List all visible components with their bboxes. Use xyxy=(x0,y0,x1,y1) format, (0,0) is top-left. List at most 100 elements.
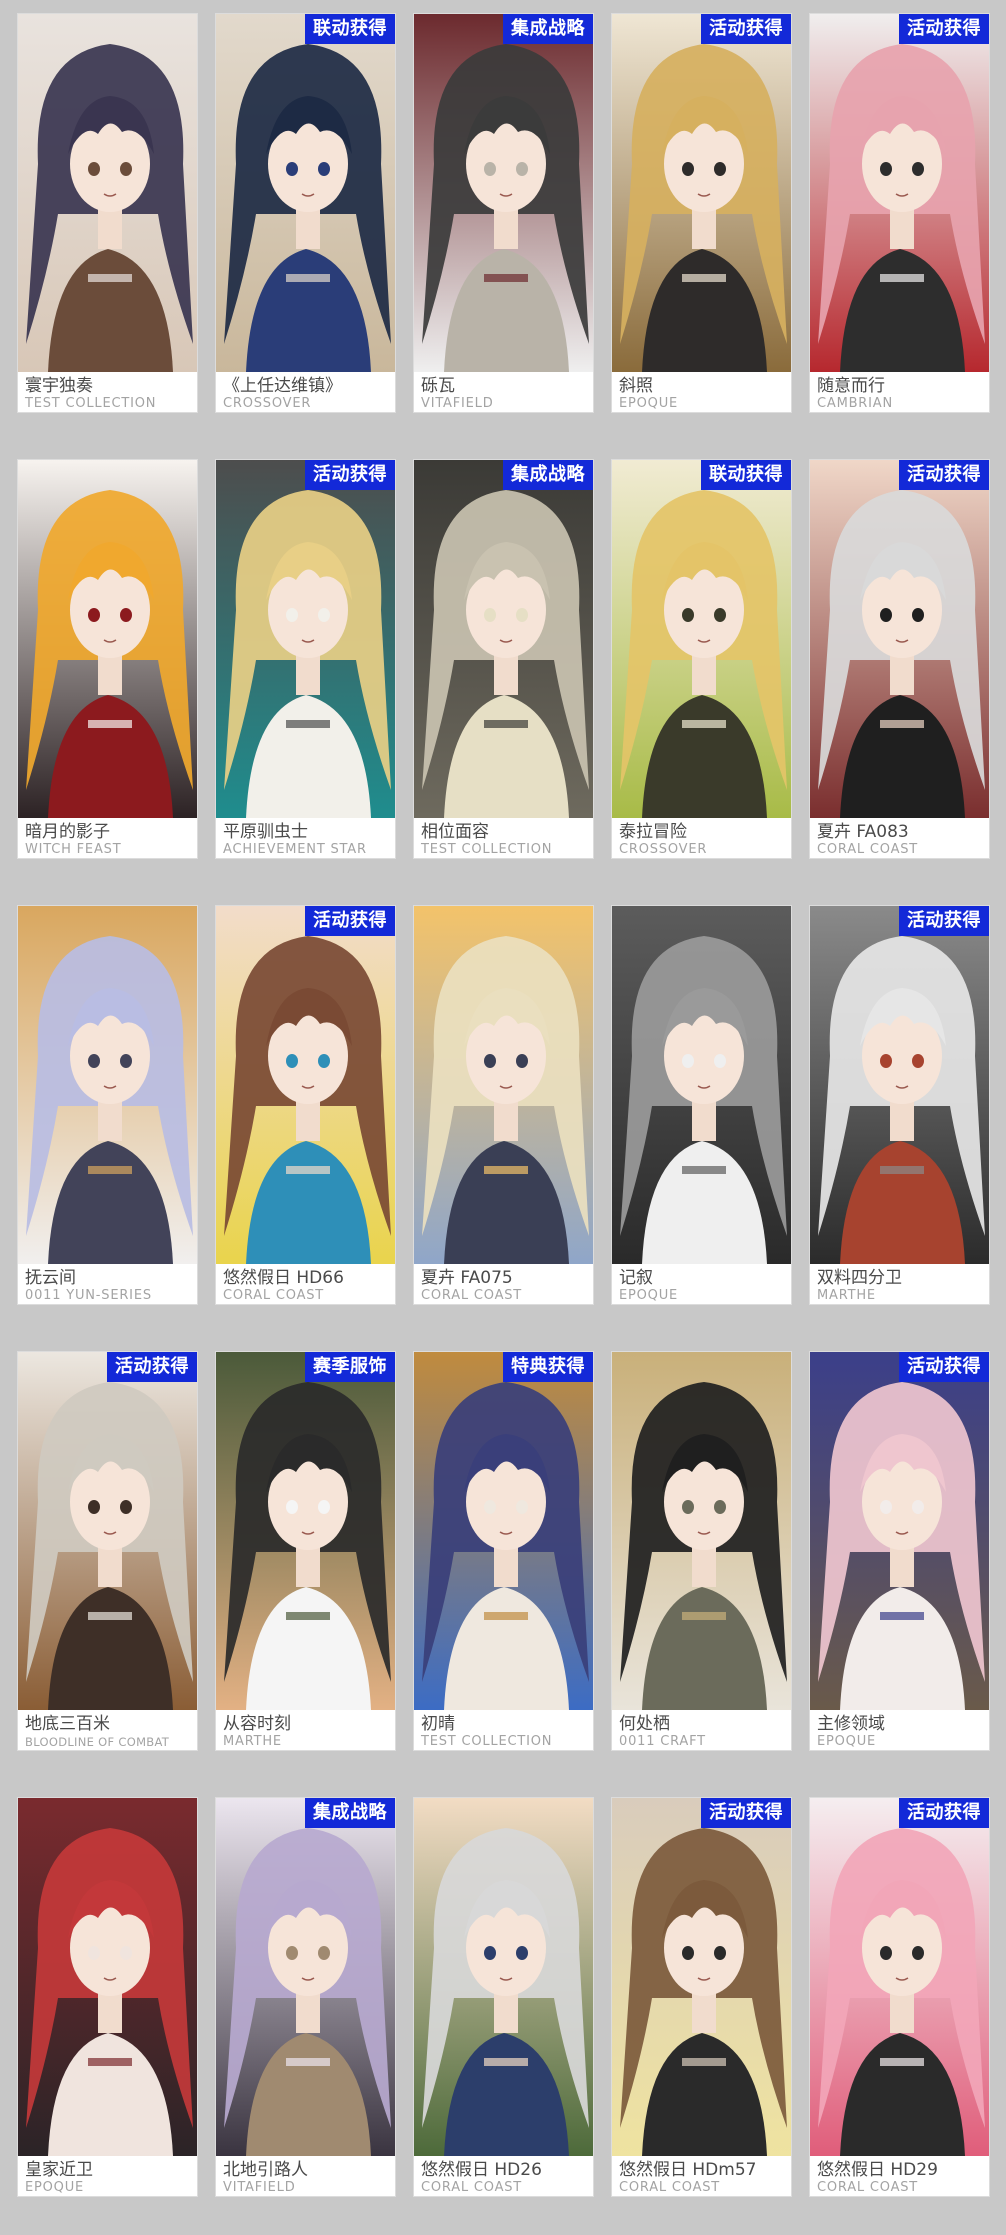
character-portrait xyxy=(810,1798,989,2156)
character-portrait xyxy=(810,14,989,372)
portrait-eye-right xyxy=(912,1946,924,1960)
skin-card[interactable]: 活动获得 悠然假日 HD66 CORAL COAST xyxy=(215,905,396,1305)
portrait-accent xyxy=(484,2058,528,2066)
character-portrait xyxy=(18,460,197,818)
source-badge: 活动获得 xyxy=(701,1798,791,1828)
skin-caption: 相位面容 TEST COLLECTION xyxy=(414,818,593,858)
portrait-eye-right xyxy=(318,608,330,622)
skin-artwork xyxy=(612,1352,791,1710)
portrait-eye-left xyxy=(286,1054,298,1068)
portrait-eye-right xyxy=(912,608,924,622)
skin-card[interactable]: 记叙 EPOQUE xyxy=(611,905,792,1305)
skin-card[interactable]: 联动获得 泰拉冒险 CROSSOVER xyxy=(611,459,792,859)
portrait-eye-left xyxy=(88,1946,100,1960)
portrait-accent xyxy=(286,1612,330,1620)
skin-card[interactable]: 何处栖 0011 CRAFT xyxy=(611,1351,792,1751)
skin-caption: 地底三百米 BLOODLINE OF COMBAT xyxy=(18,1710,197,1750)
skin-name: 地底三百米 xyxy=(25,1714,110,1734)
portrait-accent xyxy=(880,1612,924,1620)
portrait-eye-right xyxy=(714,1054,726,1068)
skin-name: 斜照 xyxy=(619,376,653,396)
portrait-eye-right xyxy=(912,162,924,176)
skin-card[interactable]: 活动获得 平原驯虫士 ACHIEVEMENT STAR xyxy=(215,459,396,859)
portrait-accent xyxy=(682,2058,726,2066)
skin-caption: 暗月的影子 WITCH FEAST xyxy=(18,818,197,858)
source-badge: 联动获得 xyxy=(305,14,395,44)
skin-series: MARTHE xyxy=(223,1734,282,1749)
portrait-accent xyxy=(286,1166,330,1174)
skin-artwork xyxy=(414,1352,593,1710)
skin-artwork xyxy=(18,1798,197,2156)
portrait-eye-left xyxy=(286,1500,298,1514)
source-badge: 活动获得 xyxy=(899,1798,989,1828)
character-portrait xyxy=(414,1798,593,2156)
source-badge: 活动获得 xyxy=(899,1352,989,1382)
skin-card[interactable]: 活动获得 双料四分卫 MARTHE xyxy=(809,905,990,1305)
portrait-accent xyxy=(880,720,924,728)
skin-card[interactable]: 活动获得 主修领域 EPOQUE xyxy=(809,1351,990,1751)
skin-card[interactable]: 联动获得《上任达维镇》 CROSSOVER xyxy=(215,13,396,413)
portrait-eye-left xyxy=(484,162,496,176)
character-portrait xyxy=(216,906,395,1264)
skin-card[interactable]: 活动获得 随意而行 CAMBRIAN xyxy=(809,13,990,413)
skin-series: CORAL COAST xyxy=(223,1288,325,1303)
character-portrait xyxy=(810,460,989,818)
skin-caption: 从容时刻 MARTHE xyxy=(216,1710,395,1750)
portrait-eye-left xyxy=(682,1500,694,1514)
character-portrait xyxy=(414,1352,593,1710)
skin-name: 记叙 xyxy=(619,1268,653,1288)
portrait-eye-left xyxy=(880,1054,892,1068)
skin-caption: 悠然假日 HD29 CORAL COAST xyxy=(810,2156,989,2196)
skin-card[interactable]: 集成战略 相位面容 TEST COLLECTION xyxy=(413,459,594,859)
skin-card[interactable]: 活动获得 地底三百米 BLOODLINE OF COMBAT xyxy=(17,1351,198,1751)
skin-series: CORAL COAST xyxy=(817,842,919,857)
skin-card[interactable]: 特典获得 初晴 TEST COLLECTION xyxy=(413,1351,594,1751)
skin-card[interactable]: 悠然假日 HD26 CORAL COAST xyxy=(413,1797,594,2197)
skin-caption: 双料四分卫 MARTHE xyxy=(810,1264,989,1304)
skin-card[interactable]: 活动获得 悠然假日 HDm57 CORAL COAST xyxy=(611,1797,792,2197)
skin-series: EPOQUE xyxy=(619,396,679,411)
skin-name: 何处栖 xyxy=(619,1714,670,1734)
skin-card[interactable]: 赛季服饰 从容时刻 MARTHE xyxy=(215,1351,396,1751)
skin-series: CORAL COAST xyxy=(619,2180,721,2195)
skin-card[interactable]: 集成战略 砾瓦 VITAFIELD xyxy=(413,13,594,413)
skin-card[interactable]: 夏卉 FA075 CORAL COAST xyxy=(413,905,594,1305)
skin-card[interactable]: 活动获得悠然假日 HD29 CORAL COAST xyxy=(809,1797,990,2197)
character-portrait xyxy=(612,906,791,1264)
portrait-eye-left xyxy=(484,608,496,622)
portrait-accent xyxy=(286,720,330,728)
skin-artwork xyxy=(414,1798,593,2156)
skin-artwork xyxy=(216,906,395,1264)
skin-name: 相位面容 xyxy=(421,822,489,842)
skin-series: 0011 YUN-SERIES xyxy=(25,1288,152,1303)
skin-card[interactable]: 寰宇独奏 TEST COLLECTION xyxy=(17,13,198,413)
skin-card[interactable]: 皇家近卫 EPOQUE xyxy=(17,1797,198,2197)
skin-name: 《上任达维镇》 xyxy=(223,376,342,396)
source-badge: 集成战略 xyxy=(503,14,593,44)
skin-series: EPOQUE xyxy=(25,2180,85,2195)
skin-artwork xyxy=(810,906,989,1264)
character-portrait xyxy=(414,906,593,1264)
character-portrait xyxy=(18,906,197,1264)
skin-card[interactable]: 集成战略 北地引路人 VITAFIELD xyxy=(215,1797,396,2197)
skin-card[interactable]: 活动获得 斜照 EPOQUE xyxy=(611,13,792,413)
skin-name: 从容时刻 xyxy=(223,1714,291,1734)
skin-series: 0011 CRAFT xyxy=(619,1734,706,1749)
skin-artwork xyxy=(810,14,989,372)
skin-series: TEST COLLECTION xyxy=(421,1734,553,1749)
source-badge: 活动获得 xyxy=(899,460,989,490)
skin-card[interactable]: 暗月的影子 WITCH FEAST xyxy=(17,459,198,859)
skin-card[interactable]: 抚云间 0011 YUN-SERIES xyxy=(17,905,198,1305)
portrait-accent xyxy=(286,274,330,282)
source-badge: 集成战略 xyxy=(305,1798,395,1828)
portrait-accent xyxy=(682,1612,726,1620)
skin-artwork xyxy=(18,460,197,818)
skin-caption: 《上任达维镇》 CROSSOVER xyxy=(216,372,395,412)
skin-name: 泰拉冒险 xyxy=(619,822,687,842)
skin-caption: 皇家近卫 EPOQUE xyxy=(18,2156,197,2196)
portrait-accent xyxy=(88,720,132,728)
skin-card[interactable]: 活动获得 夏卉 FA083 CORAL COAST xyxy=(809,459,990,859)
source-badge: 活动获得 xyxy=(305,460,395,490)
skin-artwork xyxy=(216,460,395,818)
character-portrait xyxy=(414,14,593,372)
